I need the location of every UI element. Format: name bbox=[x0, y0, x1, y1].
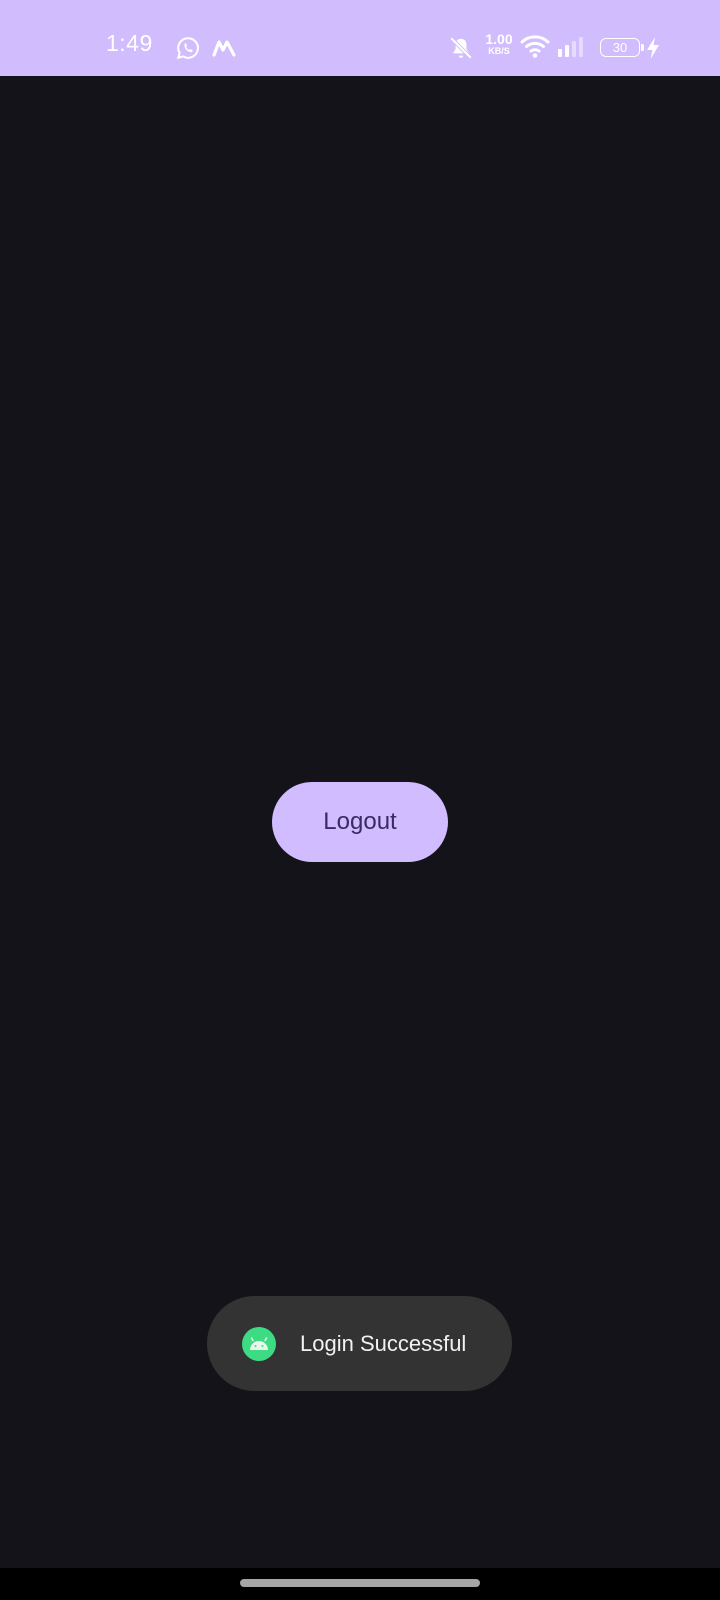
cellular-signal-icon bbox=[557, 36, 585, 58]
logout-button-label: Logout bbox=[323, 808, 397, 835]
toast-message: Login Successful bbox=[207, 1296, 512, 1391]
charging-bolt-icon bbox=[646, 36, 660, 60]
notifications-off-icon bbox=[448, 35, 474, 61]
battery-level: 30 bbox=[612, 39, 628, 55]
whatsapp-icon bbox=[176, 36, 200, 60]
battery-icon: 30 bbox=[600, 37, 644, 57]
network-speed-unit: KB/S bbox=[488, 46, 510, 56]
battery-cap bbox=[641, 43, 644, 51]
android-icon bbox=[242, 1326, 276, 1361]
network-speed: 1.00 KB/S bbox=[480, 32, 518, 56]
toast-text: Login Successful bbox=[300, 1330, 467, 1356]
battery-indicator: 30 bbox=[596, 36, 644, 58]
status-bar: 1:49 1.00 KB/S 30 bbox=[0, 0, 720, 76]
status-time: 1:49 bbox=[106, 30, 153, 56]
network-speed-value: 1.00 bbox=[485, 31, 513, 47]
gesture-handle[interactable] bbox=[240, 1579, 480, 1587]
app-screen: 1:49 1.00 KB/S 30 Logout Login Successfu… bbox=[0, 0, 720, 1600]
logout-button[interactable]: Logout bbox=[272, 782, 448, 862]
wifi-icon bbox=[520, 33, 550, 59]
m-app-icon bbox=[212, 36, 236, 60]
